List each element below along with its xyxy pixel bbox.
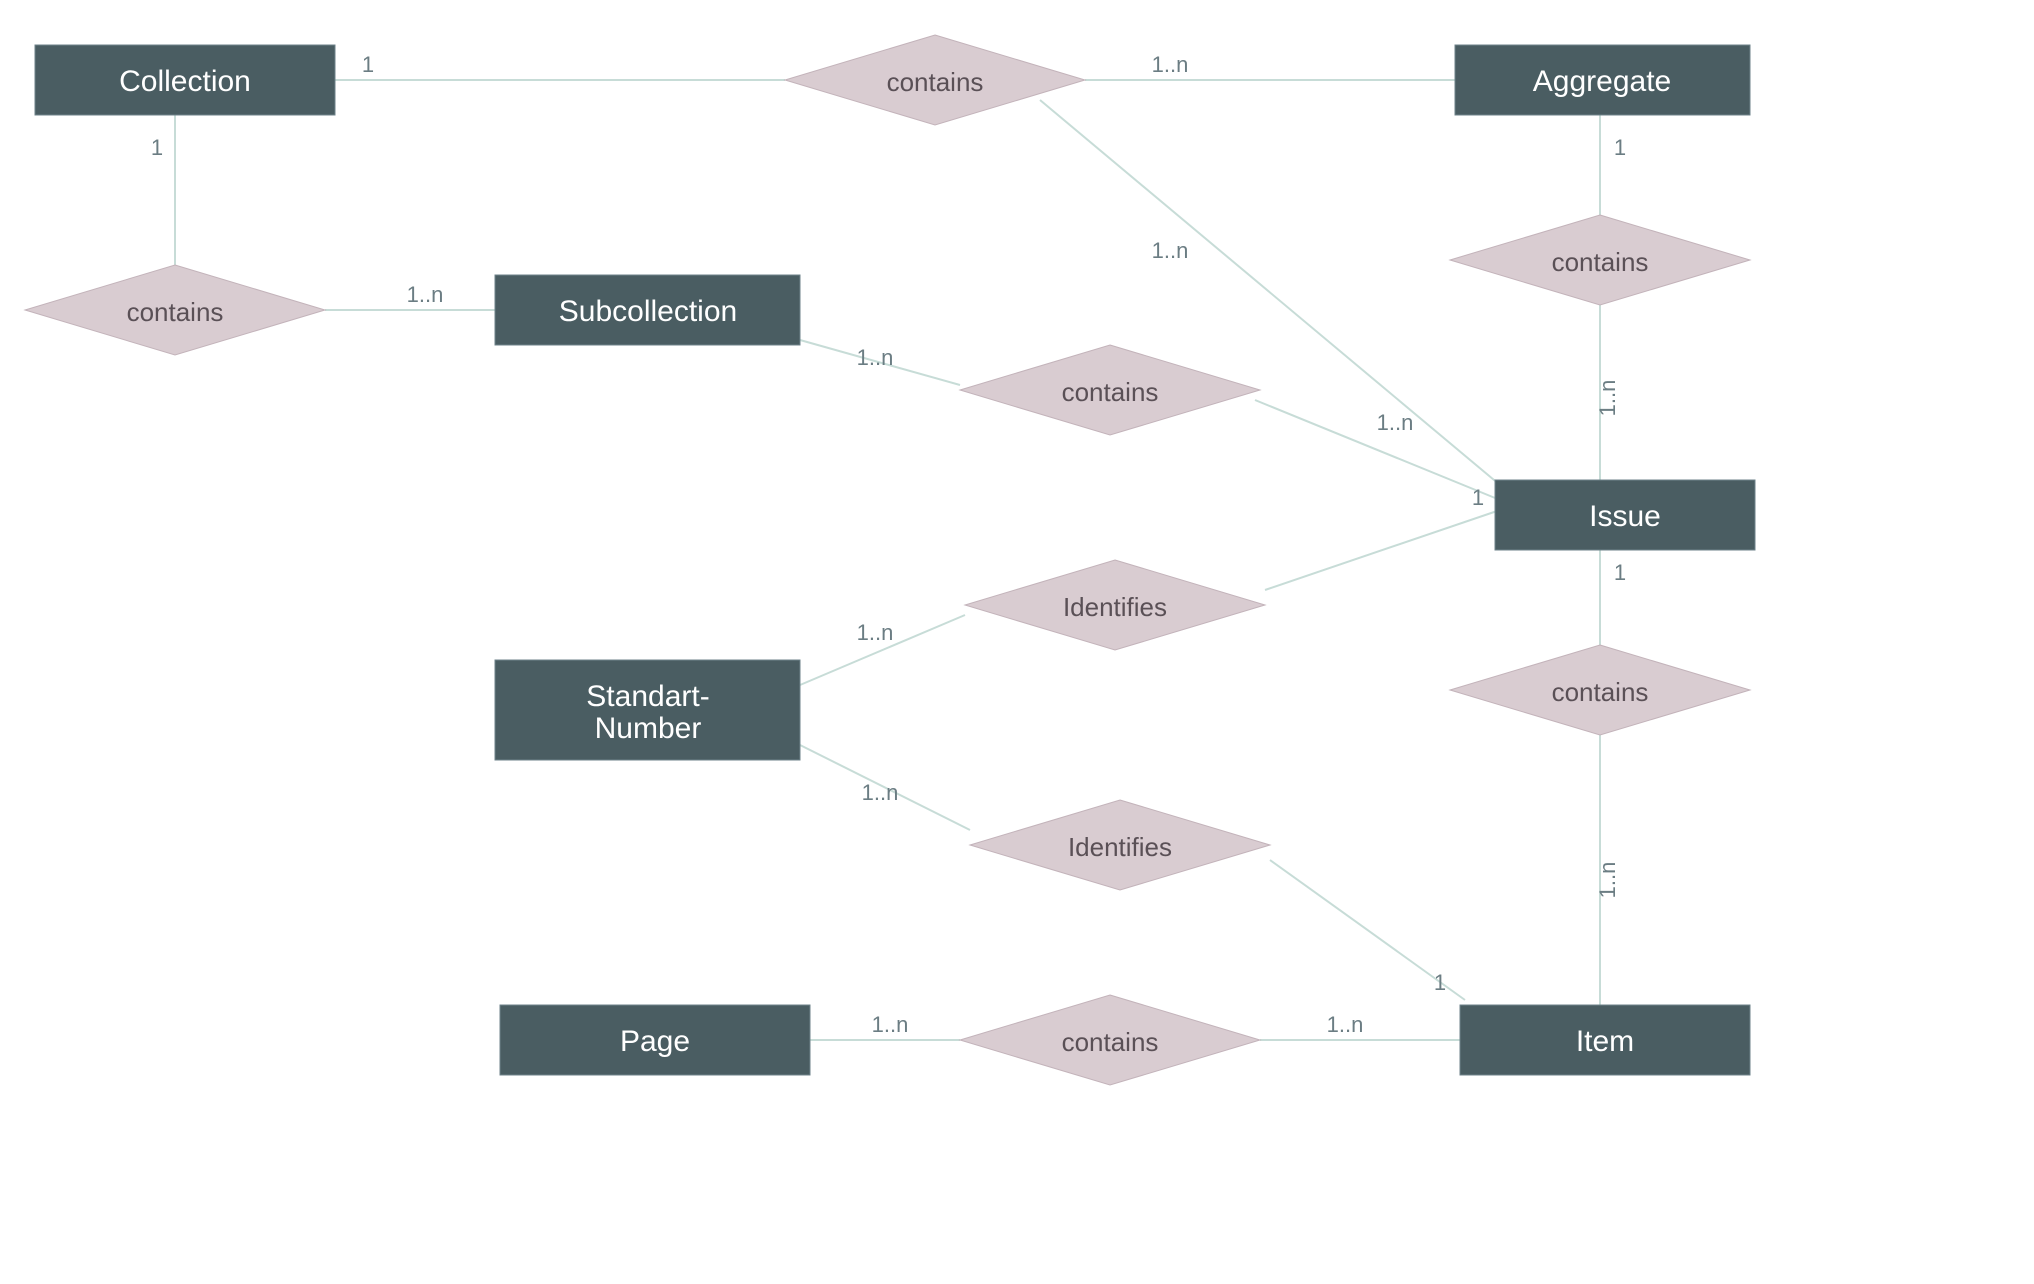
relationship-contains-page-item: contains xyxy=(960,995,1260,1085)
relationship-label: contains xyxy=(1062,1027,1159,1057)
cardinality: 1..n xyxy=(1152,238,1189,263)
entity-aggregate: Aggregate xyxy=(1455,45,1750,115)
entity-label: Page xyxy=(620,1025,690,1058)
relationship-contains-issue-item: contains xyxy=(1450,645,1750,735)
entity-label: Issue xyxy=(1589,500,1661,533)
relationship-identifies-issue: Identifies xyxy=(965,560,1265,650)
relationship-label: contains xyxy=(127,297,224,327)
relationship-label: contains xyxy=(1552,677,1649,707)
cardinality: 1 xyxy=(1472,485,1484,510)
cardinality: 1..n xyxy=(1377,410,1414,435)
relationship-label: contains xyxy=(887,67,984,97)
relationship-label: Identifies xyxy=(1063,592,1167,622)
relationship-label: contains xyxy=(1062,377,1159,407)
relationship-label: Identifies xyxy=(1068,832,1172,862)
cardinality: 1..n xyxy=(872,1012,909,1037)
cardinality: 1..n xyxy=(1327,1012,1364,1037)
cardinality: 1..n xyxy=(1595,380,1620,417)
entity-label: Item xyxy=(1576,1025,1634,1058)
relationship-contains-agg-issue: contains xyxy=(1450,215,1750,305)
entity-issue: Issue xyxy=(1495,480,1755,550)
cardinality: 1 xyxy=(1434,970,1446,995)
entity-label: Aggregate xyxy=(1533,65,1671,98)
relationship-contains-left: contains xyxy=(25,265,325,355)
cardinality: 1..n xyxy=(1152,52,1189,77)
entity-standart-number: Standart- Number xyxy=(495,660,800,760)
cardinality: 1..n xyxy=(862,780,899,805)
relationship-contains-top: contains xyxy=(785,35,1085,125)
entity-label: Standart- xyxy=(586,680,709,713)
relationship-contains-subcol-issue: contains xyxy=(960,345,1260,435)
cardinality: 1..n xyxy=(1595,862,1620,899)
relationship-identifies-item: Identifies xyxy=(970,800,1270,890)
cardinality: 1 xyxy=(1614,135,1626,160)
entity-label: Collection xyxy=(119,65,251,98)
edge xyxy=(1265,510,1500,590)
entity-subcollection: Subcollection xyxy=(495,275,800,345)
entity-collection: Collection xyxy=(35,45,335,115)
cardinality: 1 xyxy=(362,52,374,77)
entity-item: Item xyxy=(1460,1005,1750,1075)
entity-page: Page xyxy=(500,1005,810,1075)
entity-label: Number xyxy=(595,712,702,745)
cardinality: 1..n xyxy=(857,345,894,370)
cardinality: 1 xyxy=(151,135,163,160)
cardinality: 1 xyxy=(1614,560,1626,585)
entity-label: Subcollection xyxy=(559,295,737,328)
cardinality: 1..n xyxy=(857,620,894,645)
cardinality: 1..n xyxy=(407,282,444,307)
relationship-label: contains xyxy=(1552,247,1649,277)
